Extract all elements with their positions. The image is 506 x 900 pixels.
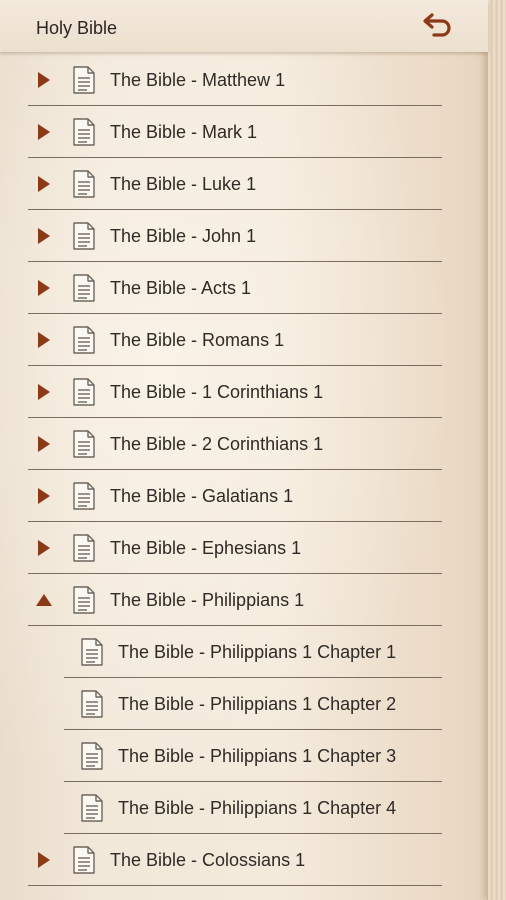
item-label: The Bible - Colossians 1 xyxy=(110,850,306,870)
undo-arrow-icon xyxy=(423,13,451,37)
chapter-item[interactable]: The Bible - Philippians 1 Chapter 4 xyxy=(0,782,488,834)
item-label: The Bible - Mark 1 xyxy=(110,122,258,142)
item-label: The Bible - Luke 1 xyxy=(110,174,257,194)
expand-triangle-icon[interactable] xyxy=(36,176,52,192)
item-label: The Bible - Philippians 1 Chapter 4 xyxy=(118,798,397,818)
expand-triangle-icon[interactable] xyxy=(36,72,52,88)
document-icon xyxy=(72,482,96,510)
book-item[interactable]: The Bible - Romans 1 xyxy=(0,314,488,366)
book-item[interactable]: The Bible - Galatians 1 xyxy=(0,470,488,522)
item-label: The Bible - Philippians 1 Chapter 3 xyxy=(118,746,397,766)
document-icon xyxy=(72,846,96,874)
expand-triangle-icon[interactable] xyxy=(36,384,52,400)
document-icon xyxy=(72,66,96,94)
book-item[interactable]: The Bible - Philippians 1 xyxy=(0,574,488,626)
document-icon xyxy=(72,534,96,562)
book-item[interactable]: The Bible - Colossians 1 xyxy=(0,834,488,886)
book-item[interactable]: The Bible - Acts 1 xyxy=(0,262,488,314)
document-icon xyxy=(80,742,104,770)
back-button[interactable] xyxy=(420,10,456,42)
book-item[interactable]: The Bible - Matthew 1 xyxy=(0,54,488,106)
expand-triangle-icon[interactable] xyxy=(36,228,52,244)
item-label: The Bible - 2 Corinthians 1 xyxy=(110,434,324,454)
book-item[interactable]: The Bible - Ephesians 1 xyxy=(0,522,488,574)
expand-triangle-icon[interactable] xyxy=(36,332,52,348)
document-icon xyxy=(80,794,104,822)
book-item[interactable]: The Bible - Mark 1 xyxy=(0,106,488,158)
book-item[interactable]: The Bible - John 1 xyxy=(0,210,488,262)
item-label: The Bible - Romans 1 xyxy=(110,330,285,350)
item-label: The Bible - John 1 xyxy=(110,226,257,246)
app-title: Holy Bible xyxy=(36,18,118,38)
page-edge xyxy=(487,0,506,900)
expand-triangle-icon[interactable] xyxy=(36,852,52,868)
chapter-item[interactable]: The Bible - Philippians 1 Chapter 3 xyxy=(0,730,488,782)
document-icon xyxy=(80,638,104,666)
document-icon xyxy=(72,274,96,302)
book-item[interactable]: The Bible - Luke 1 xyxy=(0,158,488,210)
book-item[interactable]: The Bible - 1 Corinthians 1 xyxy=(0,366,488,418)
item-label: The Bible - Acts 1 xyxy=(110,278,252,298)
item-label: The Bible - Philippians 1 Chapter 1 xyxy=(118,642,397,662)
expand-triangle-icon[interactable] xyxy=(36,280,52,296)
chapter-item[interactable]: The Bible - Philippians 1 Chapter 1 xyxy=(0,626,488,678)
document-icon xyxy=(72,430,96,458)
item-label: The Bible - 1 Corinthians 1 xyxy=(110,382,324,402)
document-icon xyxy=(72,326,96,354)
item-label: The Bible - Philippians 1 Chapter 2 xyxy=(118,694,397,714)
document-icon xyxy=(72,170,96,198)
item-label: The Bible - Ephesians 1 xyxy=(110,538,302,558)
document-icon xyxy=(72,378,96,406)
document-icon xyxy=(72,586,96,614)
book-item[interactable]: The Bible - 2 Corinthians 1 xyxy=(0,418,488,470)
expand-triangle-icon[interactable] xyxy=(36,488,52,504)
book-list: The Bible - Matthew 1 The Bible - Mark 1… xyxy=(0,54,488,886)
chapter-item[interactable]: The Bible - Philippians 1 Chapter 2 xyxy=(0,678,488,730)
expand-triangle-icon[interactable] xyxy=(36,124,52,140)
document-icon xyxy=(72,118,96,146)
item-label: The Bible - Galatians 1 xyxy=(110,486,294,506)
item-label: The Bible - Philippians 1 xyxy=(110,590,305,610)
item-label: The Bible - Matthew 1 xyxy=(110,70,286,90)
document-icon xyxy=(80,690,104,718)
app-header: Holy Bible xyxy=(0,0,488,52)
document-icon xyxy=(72,222,96,250)
separator xyxy=(28,885,442,886)
expand-triangle-icon[interactable] xyxy=(36,436,52,452)
collapse-triangle-icon[interactable] xyxy=(36,592,52,608)
expand-triangle-icon[interactable] xyxy=(36,540,52,556)
